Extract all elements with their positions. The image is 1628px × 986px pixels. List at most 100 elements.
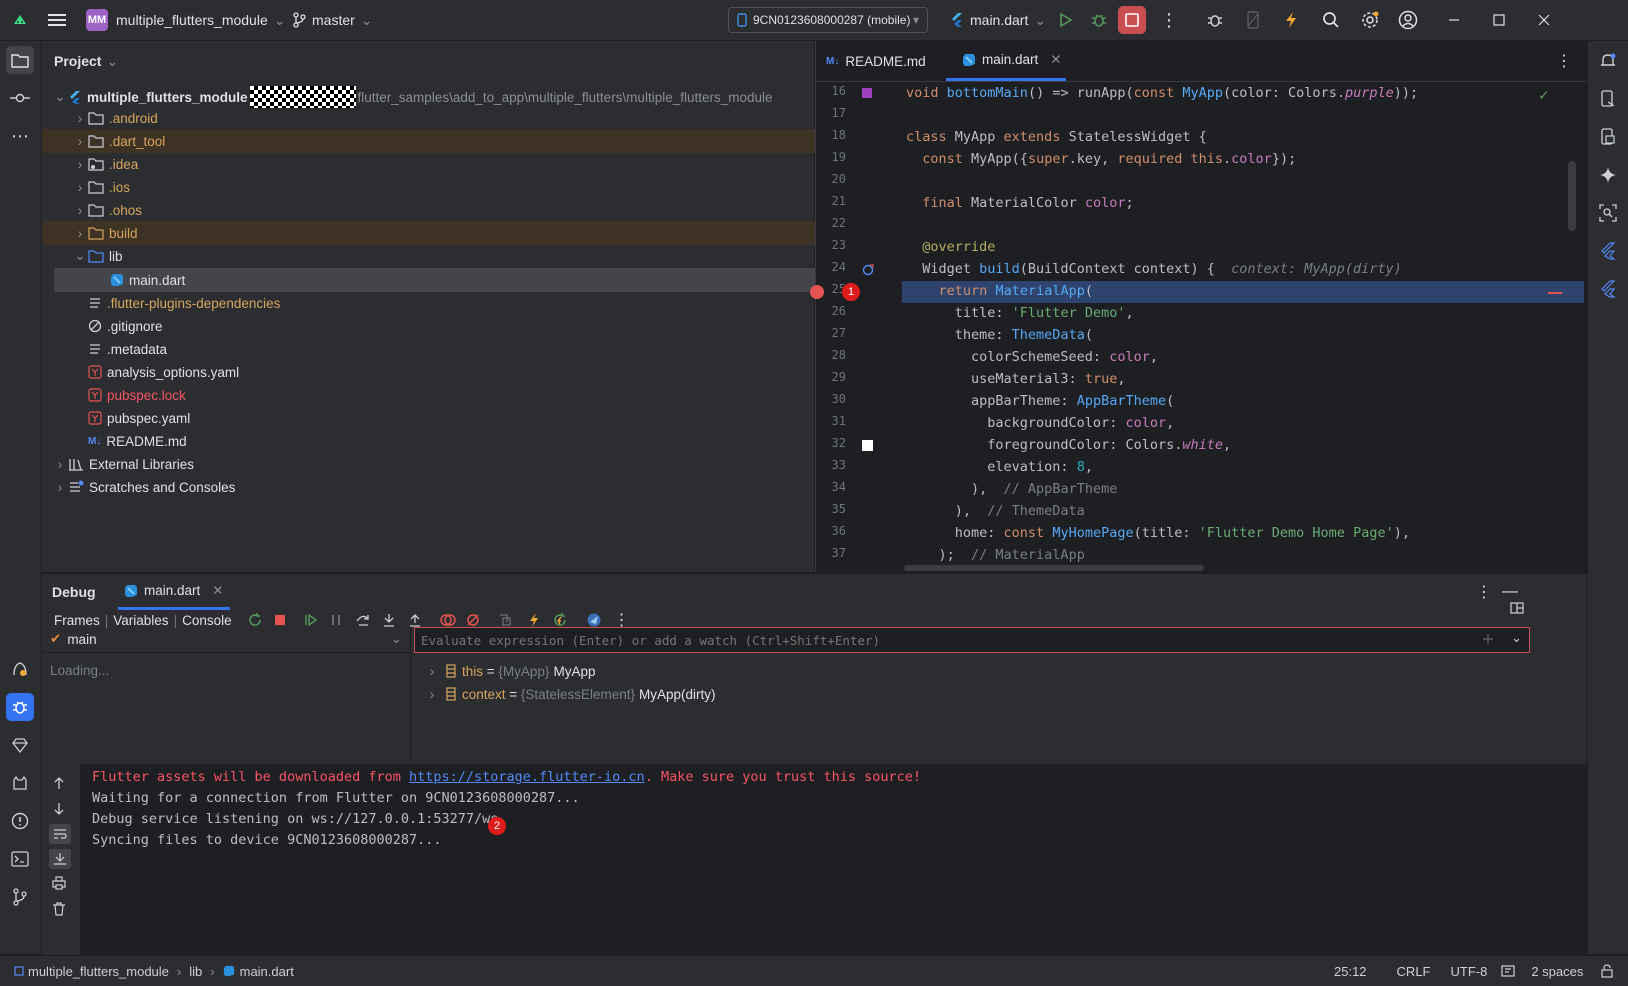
hot-restart-icon[interactable] <box>552 613 568 627</box>
scroll-to-end-icon[interactable] <box>49 849 71 869</box>
tree-item-analysis-options[interactable]: analysis_options.yaml <box>42 360 860 384</box>
debug-button[interactable] <box>1090 0 1108 40</box>
tree-item-flutter-plugins[interactable]: .flutter-plugins-dependencies <box>42 291 860 315</box>
tree-item-lib[interactable]: ⌄ lib <box>42 244 844 268</box>
problems-tool-button[interactable] <box>6 807 34 835</box>
step-out-icon[interactable] <box>408 613 422 627</box>
close-tab-icon[interactable]: ✕ <box>212 583 223 599</box>
attach-debugger-button[interactable] <box>1206 0 1224 40</box>
console-link[interactable]: https://storage.flutter-io.cn <box>409 769 645 785</box>
tree-item-metadata[interactable]: .metadata <box>42 337 860 361</box>
hot-reload-icon[interactable] <box>528 612 540 628</box>
frames-tab[interactable]: Frames <box>54 613 100 628</box>
clear-all-trash-icon[interactable] <box>52 902 66 916</box>
layout-inspector-button[interactable] <box>1594 199 1622 227</box>
resume-icon[interactable] <box>304 613 318 627</box>
color-swatch-purple[interactable] <box>862 88 872 98</box>
soft-wrap-icon[interactable] <box>49 824 71 844</box>
mute-breakpoints-icon[interactable] <box>466 613 480 627</box>
branch-selector[interactable]: master ⌄ <box>292 0 373 40</box>
stop-icon[interactable] <box>274 614 286 626</box>
file-encoding[interactable]: UTF-8 <box>1451 964 1488 979</box>
print-icon[interactable] <box>52 876 66 890</box>
caret-position[interactable]: 25:12 <box>1334 964 1367 979</box>
chevron-down-icon[interactable]: ⌄ <box>1511 630 1522 646</box>
editor-scrollbar[interactable] <box>1568 161 1576 231</box>
variable-row-context[interactable]: › context = {StatelessElement} MyApp(dir… <box>424 683 716 705</box>
device-explorer-button[interactable] <box>1594 123 1622 151</box>
tab-main-dart[interactable]: main.dart ✕ <box>946 41 1066 81</box>
scroll-up-icon[interactable] <box>53 776 65 790</box>
logcat-tool-button[interactable] <box>6 769 34 797</box>
tree-item-ios[interactable]: › .ios <box>42 175 844 199</box>
tree-item-gitignore[interactable]: .gitignore <box>42 314 860 338</box>
more-actions-icon[interactable]: ⋮ <box>1160 0 1178 40</box>
project-tool-button[interactable] <box>6 46 34 74</box>
flutter-performance-button[interactable] <box>1594 275 1622 303</box>
variable-row-this[interactable]: › this = {MyApp} MyApp <box>424 660 596 682</box>
flutter-inspector-button[interactable] <box>1594 237 1622 265</box>
breadcrumb-item[interactable]: multiple_flutters_module <box>28 964 169 979</box>
thread-selector[interactable]: ✔ main ⌄ <box>50 627 402 651</box>
device-selector[interactable]: 9CN0123608000287 (mobile) ▾ <box>728 0 929 40</box>
devtools-icon[interactable] <box>586 612 602 628</box>
hot-reload-button[interactable] <box>1284 0 1298 40</box>
notifications-button[interactable] <box>1594 47 1622 75</box>
evaluate-expression-field[interactable] <box>415 628 1455 652</box>
gemini-button[interactable] <box>1594 161 1622 189</box>
run-config-selector[interactable]: main.dart ⌄ <box>950 0 1046 40</box>
settings-button[interactable] <box>1360 0 1380 40</box>
stop-button[interactable] <box>1118 0 1146 40</box>
editor-hscrollbar[interactable] <box>904 565 1204 571</box>
tab-more-icon[interactable]: ⋮ <box>1556 41 1572 81</box>
console-output[interactable]: Flutter assets will be downloaded from h… <box>80 764 1587 955</box>
add-watch-icon[interactable] <box>1481 632 1495 646</box>
line-separator[interactable]: CRLF <box>1397 964 1431 979</box>
device-manager-button[interactable] <box>1246 0 1260 40</box>
tree-item-pubspec-yaml[interactable]: pubspec.yaml <box>42 406 860 430</box>
rerun-icon[interactable] <box>248 613 262 627</box>
override-icon[interactable] <box>862 264 874 276</box>
tree-item-readme[interactable]: M↓ README.md <box>42 429 860 453</box>
maximize-button[interactable] <box>1493 0 1505 40</box>
gemini-tool-button[interactable] <box>6 731 34 759</box>
search-button[interactable] <box>1322 0 1340 40</box>
commit-tool-button[interactable] <box>6 84 34 112</box>
debug-options-icon[interactable]: ⋮ <box>1476 574 1492 610</box>
step-into-icon[interactable] <box>382 613 396 627</box>
tree-item-pubspec-lock[interactable]: pubspec.lock <box>42 383 860 407</box>
breadcrumb-item[interactable]: main.dart <box>240 964 294 979</box>
project-selector[interactable]: MM multiple_flutters_module ⌄ <box>86 0 285 40</box>
tree-item-scratches[interactable]: › Scratches and Consoles <box>42 475 824 499</box>
main-menu-icon[interactable] <box>48 0 66 40</box>
debug-session-tab[interactable]: main.dart ✕ <box>118 574 230 610</box>
app-quality-button[interactable] <box>6 655 34 683</box>
tree-item-idea[interactable]: › .idea <box>42 152 844 176</box>
run-button[interactable] <box>1058 0 1074 40</box>
terminal-tool-button[interactable] <box>6 845 34 873</box>
close-tab-icon[interactable]: ✕ <box>1050 52 1061 68</box>
step-over-icon[interactable] <box>356 613 370 627</box>
breadcrumb-item[interactable]: lib <box>189 964 202 979</box>
tree-item-build[interactable]: › build <box>42 221 844 245</box>
tree-item-android[interactable]: › .android <box>42 106 844 130</box>
readonly-toggle-icon[interactable] <box>1501 965 1515 977</box>
git-tool-button[interactable] <box>6 883 34 911</box>
tree-item-dart-tool[interactable]: › .dart_tool <box>42 129 844 153</box>
indent-setting[interactable]: 2 spaces <box>1531 964 1583 979</box>
tree-item-ohos[interactable]: › .ohos <box>42 198 844 222</box>
thread-dump-icon[interactable] <box>498 613 512 627</box>
view-breakpoints-icon[interactable] <box>439 613 456 627</box>
close-window-button[interactable] <box>1538 0 1550 40</box>
tree-item-external-libraries[interactable]: › External Libraries <box>42 452 824 476</box>
pause-icon[interactable] <box>330 613 342 627</box>
variables-tab[interactable]: Variables <box>113 613 168 628</box>
lock-icon[interactable] <box>1601 964 1613 978</box>
debug-tool-button[interactable] <box>6 693 34 721</box>
color-swatch-white[interactable] <box>862 440 873 451</box>
layout-toggle-icon[interactable] <box>1510 602 1524 614</box>
scroll-down-icon[interactable] <box>53 802 65 816</box>
console-tab[interactable]: Console <box>182 613 232 628</box>
account-button[interactable] <box>1398 0 1418 40</box>
more-tools-icon[interactable]: ⋯ <box>6 122 34 150</box>
